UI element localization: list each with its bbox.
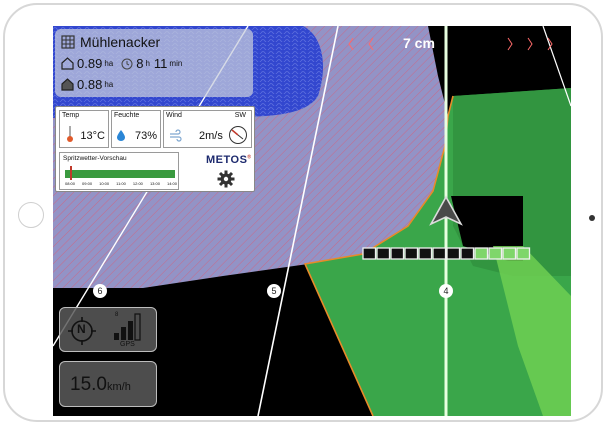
lane-number-5: 5 (267, 284, 281, 298)
gps-label: GPS (120, 341, 135, 348)
water-drop-icon (117, 130, 125, 141)
area-worked-value: 0.89 (77, 56, 103, 71)
boom-section (474, 247, 489, 260)
area-total-icon (61, 78, 74, 91)
clock-icon (121, 58, 133, 69)
forecast-time: 13:00 (149, 181, 160, 186)
temperature-box: Temp 13°C (59, 110, 109, 148)
humidity-label: Feuchte (114, 112, 140, 119)
boom-section (418, 247, 433, 260)
speed-panel: 15.0km/h (59, 361, 157, 407)
metos-registered-mark: ® (247, 154, 252, 161)
forecast-time: 12:00 (132, 181, 143, 186)
wind-box: Wind SW 2m/s (163, 110, 252, 148)
boom-section (432, 247, 447, 260)
gps-panel[interactable]: N 8 GPS (59, 307, 157, 352)
lane-number-4: 4 (439, 284, 453, 298)
wind-value: 2m/s (199, 130, 223, 142)
boom-section (376, 247, 391, 260)
wind-label: Wind (166, 112, 182, 119)
forecast-time: 08:00 (65, 181, 76, 186)
map-screen[interactable]: 7 cm 6 5 4 Mühlenacker 0.89 ha 8 h 11 mi… (53, 26, 571, 416)
boom-section (404, 247, 419, 260)
settings-gear-icon[interactable] (216, 169, 236, 189)
time-hours: 8 (136, 56, 144, 71)
boom-section (516, 247, 531, 260)
home-button[interactable] (18, 202, 44, 228)
forecast-now-marker (70, 166, 72, 180)
humidity-box: Feuchte 73% (111, 110, 161, 148)
speed-value: 15.0 (70, 374, 107, 395)
location-total-row: 0.88 ha (61, 77, 117, 92)
wind-direction: SW (234, 112, 246, 119)
forecast-time: 10:00 (99, 181, 110, 186)
wind-icon (170, 129, 182, 142)
boom-section (502, 247, 517, 260)
area-total-unit: ha (104, 80, 114, 89)
thermometer-icon (67, 126, 73, 142)
location-stats-row: 0.89 ha 8 h 11 min (61, 56, 186, 71)
metos-brand: METOS (206, 154, 248, 166)
forecast-times: 08:00 09:00 10:00 11:00 12:00 13:00 14:0… (65, 181, 177, 186)
speed-unit: km/h (106, 381, 131, 393)
boom-section (446, 247, 461, 260)
time-hours-unit: h (145, 59, 150, 68)
forecast-time: 09:00 (82, 181, 93, 186)
boom-section (460, 247, 475, 260)
time-minutes-unit: min (169, 59, 183, 68)
humidity-value: 73% (134, 130, 157, 142)
area-total-value: 0.88 (77, 77, 103, 92)
area-worked-unit: ha (104, 59, 114, 68)
speed-readout: 15.0km/h (70, 374, 131, 396)
camera-dot (589, 215, 595, 221)
location-name: Mühlenacker (80, 34, 161, 50)
forecast-bar (65, 166, 175, 180)
gps-signal-icon (114, 313, 141, 341)
lane-number-6: 6 (93, 284, 107, 298)
tablet-frame: 7 cm 6 5 4 Mühlenacker 0.89 ha 8 h 11 mi… (3, 3, 603, 422)
weather-panel[interactable]: Temp 13°C Feuchte 73% Wind SW 2m/s Sprit… (55, 106, 255, 192)
field-grid-icon (61, 35, 75, 49)
spray-forecast[interactable]: Spritzwetter-Vorschau 08:00 09:00 10:00 … (59, 152, 179, 190)
compass-letter: N (77, 322, 86, 336)
wind-compass-icon (229, 126, 247, 144)
guidance-offset: 7 cm (403, 35, 435, 51)
temp-value: 13°C (80, 130, 105, 142)
boom-section (362, 247, 377, 260)
location-panel[interactable]: Mühlenacker 0.89 ha 8 h 11 min 0.88 ha (55, 29, 253, 97)
location-title-row: Mühlenacker (61, 34, 160, 50)
forecast-time: 11:00 (116, 181, 126, 186)
boom-section (390, 247, 405, 260)
boom-section (488, 247, 503, 260)
forecast-label: Spritzwetter-Vorschau (63, 155, 127, 162)
metos-logo: METOS® (206, 154, 252, 166)
time-minutes: 11 (153, 56, 168, 71)
area-home-icon (61, 57, 74, 70)
forecast-time: 14:00 (166, 181, 177, 186)
temp-label: Temp (62, 112, 80, 119)
